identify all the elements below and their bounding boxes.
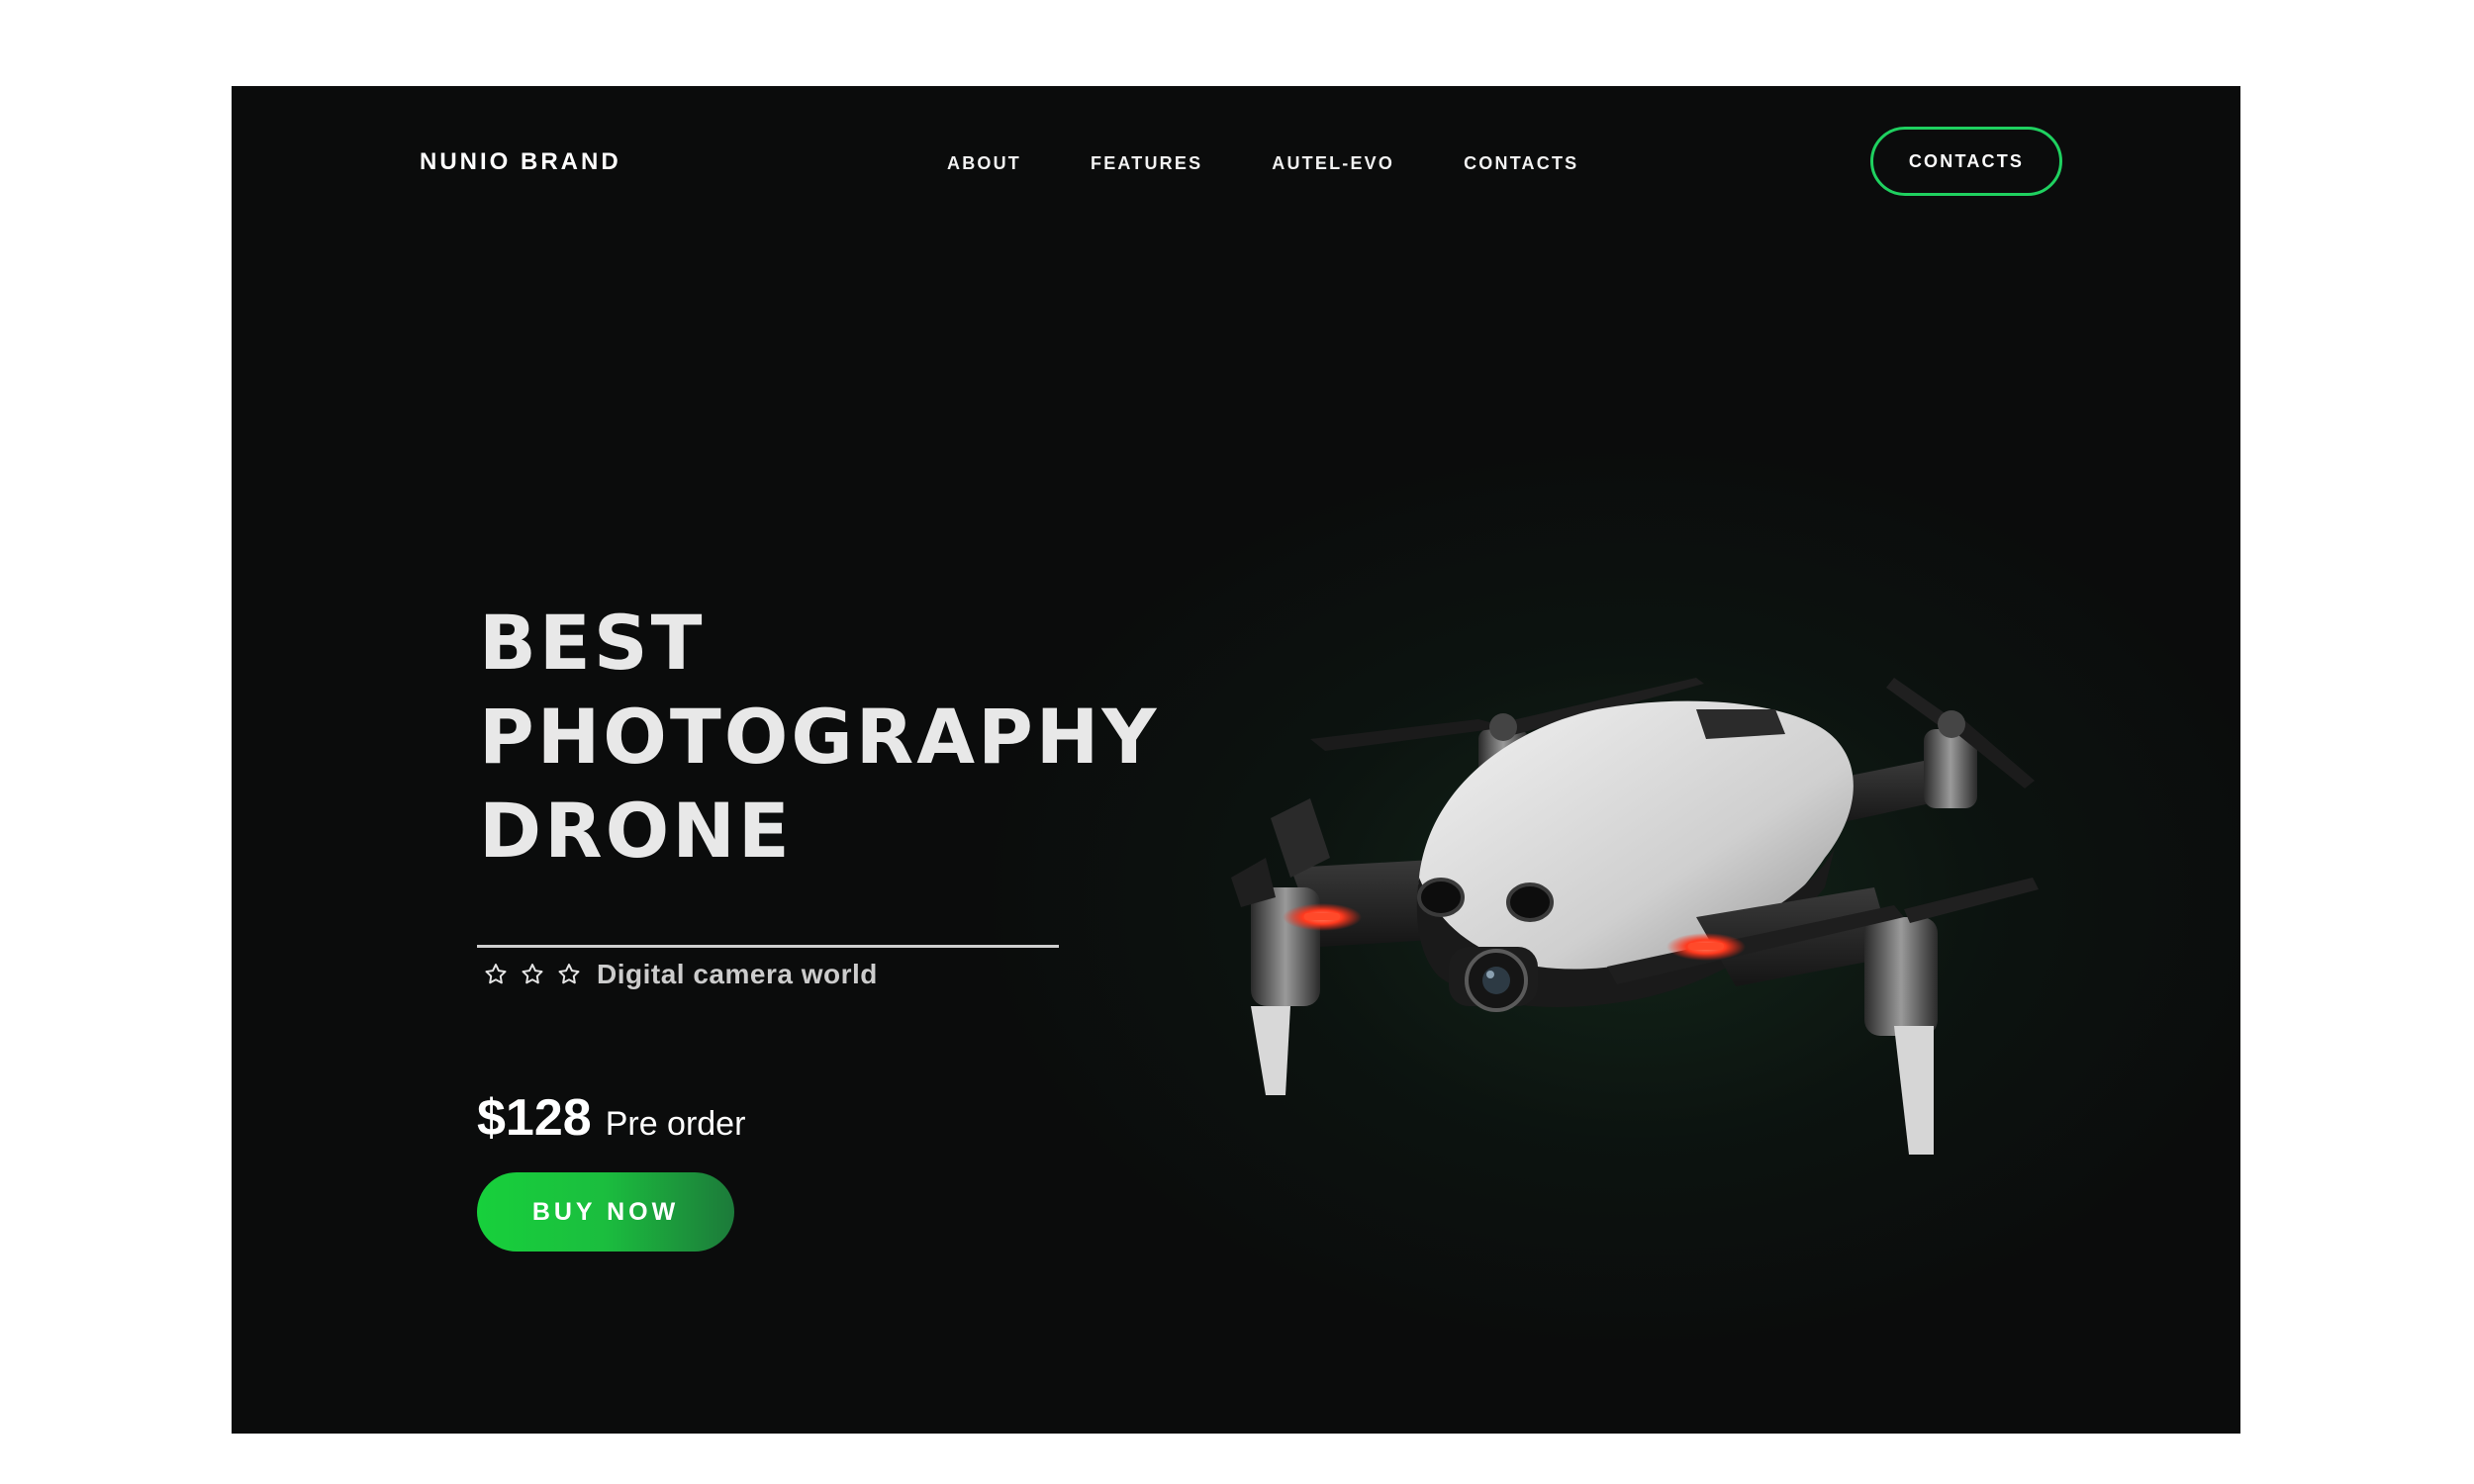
tagline-row: Digital camera world (483, 959, 878, 990)
contacts-button[interactable]: CONTACTS (1870, 127, 2062, 196)
hero-title-line: PHOTOGRAPHY (479, 693, 1160, 781)
brand-logo[interactable]: NUNIO BRAND (420, 148, 621, 176)
price-row: $128 Pre order (477, 1088, 745, 1148)
hero-title: BEST PHOTOGRAPHY DRONE (479, 596, 1159, 878)
hero-divider (477, 945, 1059, 948)
main-nav: ABOUT FEATURES AUTEL-EVO CONTACTS (947, 153, 1578, 174)
star-icon (522, 964, 543, 984)
buy-now-button[interactable]: BUY NOW (477, 1172, 734, 1252)
star-icon (485, 964, 507, 984)
nav-item-features[interactable]: FEATURES (1091, 153, 1202, 174)
nav-item-contacts[interactable]: CONTACTS (1464, 153, 1578, 174)
hero-title-line: BEST (479, 599, 706, 687)
landing-page: NUNIO BRAND ABOUT FEATURES AUTEL-EVO CON… (232, 86, 2240, 1434)
star-icon (558, 964, 580, 984)
nav-item-autel-evo[interactable]: AUTEL-EVO (1272, 153, 1394, 174)
tagline: Digital camera world (597, 959, 878, 989)
pre-order-label: Pre order (605, 1105, 746, 1143)
price: $128 (477, 1089, 592, 1147)
nav-item-about[interactable]: ABOUT (947, 153, 1021, 174)
drone-image (1231, 678, 2039, 1155)
hero-title-line: DRONE (479, 787, 793, 875)
